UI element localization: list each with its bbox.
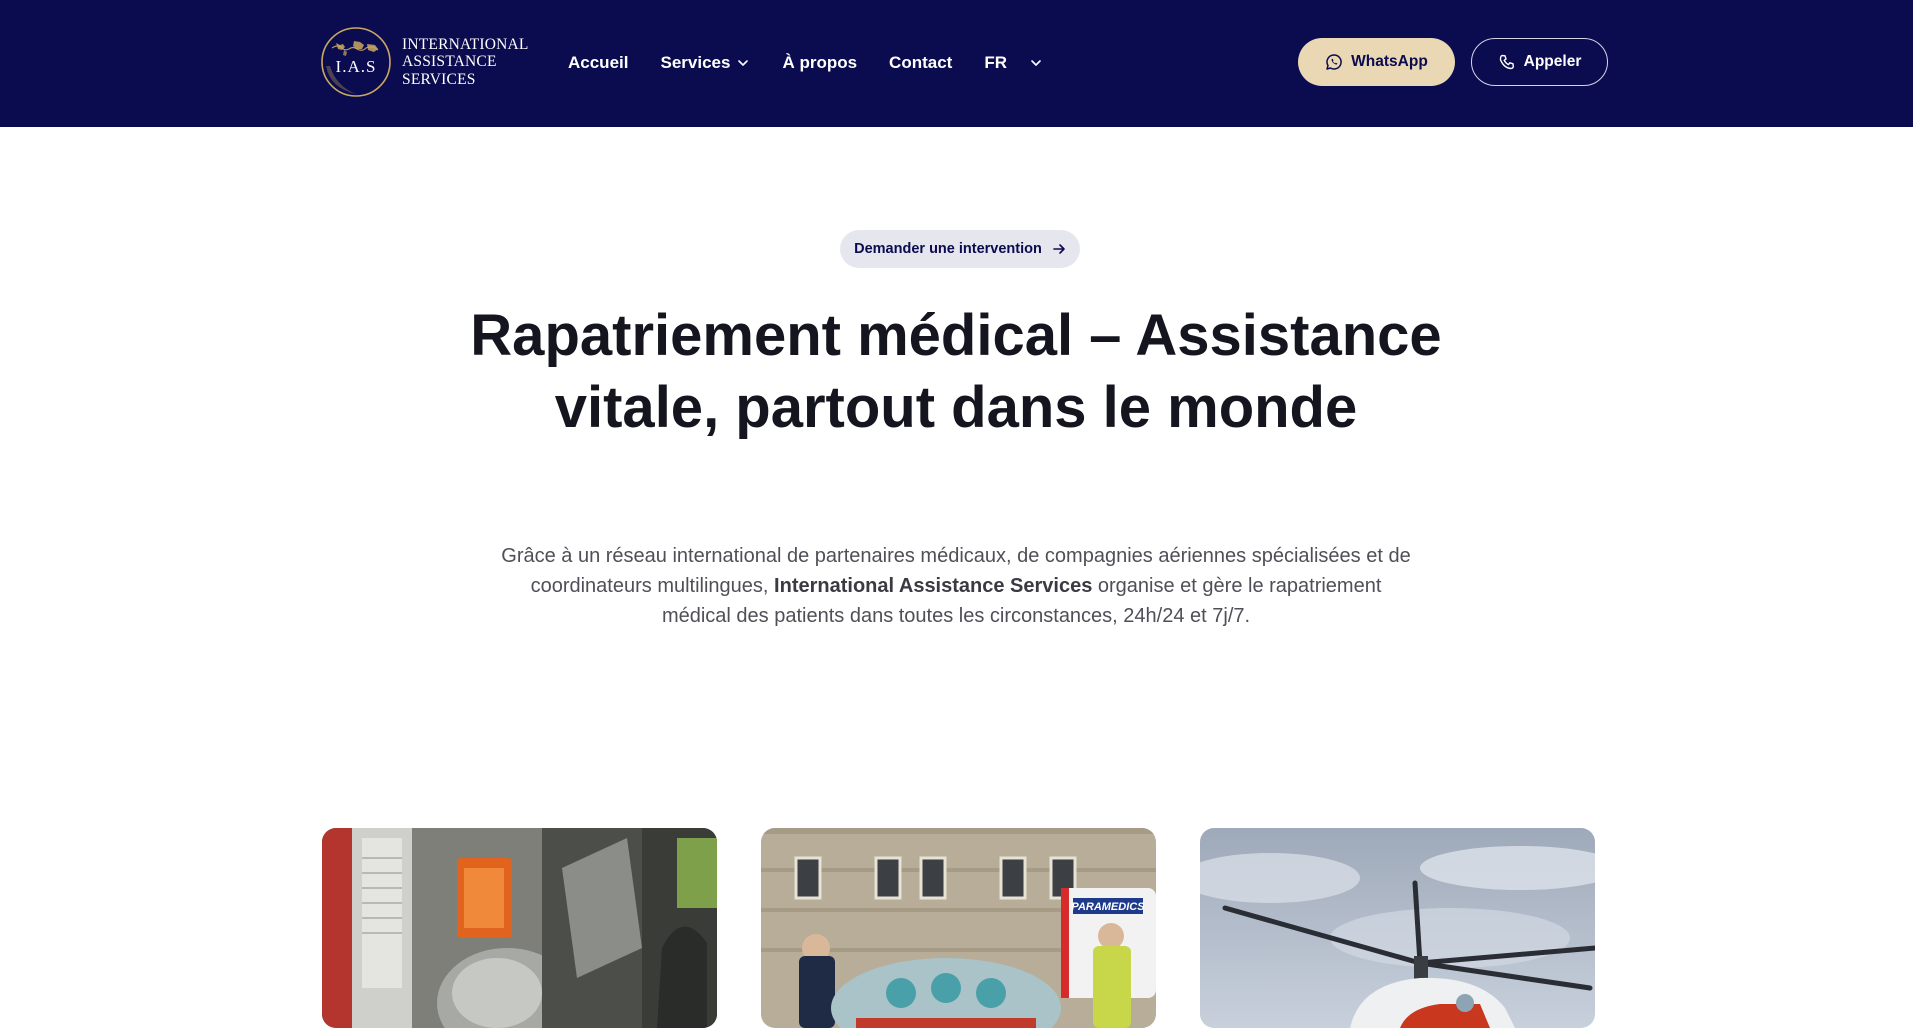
nav-item-services[interactable]: Services: [660, 53, 750, 73]
site-header: I.A.S INTERNATIONAL ASSISTANCE SERVICES …: [0, 0, 1913, 127]
page-title: Rapatriement médical – Assistance vitale…: [470, 303, 1442, 440]
call-label: Appeler: [1523, 53, 1582, 70]
nav-item-contact[interactable]: Contact: [889, 53, 952, 73]
language-select[interactable]: FR: [984, 53, 1043, 73]
nav-item-label: À propos: [782, 53, 858, 72]
nav-item-a-propos[interactable]: À propos: [782, 53, 857, 73]
logo-line-international: INTERNATIONAL: [402, 35, 529, 53]
nav-item-label: Services: [660, 53, 731, 72]
phone-icon: [1499, 54, 1514, 70]
main-nav: Accueil Services À propos Contact FR: [568, 48, 1043, 78]
call-button[interactable]: Appeler: [1471, 38, 1608, 86]
ambulance-interior-photo: [322, 828, 717, 1028]
service-card-ambulance[interactable]: [322, 828, 717, 1028]
request-intervention-badge[interactable]: Demander une intervention: [840, 230, 1080, 268]
badge-label: Demander une intervention: [854, 241, 1042, 257]
chevron-down-icon: [1031, 60, 1041, 66]
nav-item-accueil[interactable]: Accueil: [568, 53, 628, 73]
nav-item-label: Contact: [889, 53, 953, 72]
ambulance-sign-text: PARAMEDICS: [1071, 901, 1145, 913]
medical-helicopter-photo: [1200, 828, 1595, 1028]
logo-line-assistance: ASSISTANCE: [402, 53, 497, 71]
paramedics-stretcher-photo: PARAMEDICS: [761, 828, 1156, 1028]
service-cards: PARAMEDICS: [322, 828, 1595, 1028]
logo-monogram: I.A.S: [336, 57, 377, 76]
whatsapp-icon: [1326, 54, 1343, 70]
language-value: FR: [984, 53, 1007, 72]
globe-logo-icon: I.A.S: [321, 27, 391, 97]
arrow-right-icon: [1053, 244, 1065, 254]
service-card-helicopter[interactable]: [1200, 828, 1595, 1028]
logo-wordmark: INTERNATIONAL ASSISTANCE SERVICES: [402, 36, 529, 89]
hero-description: Grâce à un réseau international de parte…: [500, 541, 1412, 631]
whatsapp-label: WhatsApp: [1351, 53, 1428, 70]
service-card-paramedics[interactable]: PARAMEDICS: [761, 828, 1156, 1028]
logo-line-services: SERVICES: [402, 70, 476, 88]
company-name: International Assistance Services: [774, 575, 1093, 597]
logo[interactable]: I.A.S INTERNATIONAL ASSISTANCE SERVICES: [320, 26, 529, 98]
chevron-down-icon: [738, 60, 749, 66]
nav-item-label: Accueil: [568, 53, 629, 72]
whatsapp-button[interactable]: WhatsApp: [1298, 38, 1455, 86]
